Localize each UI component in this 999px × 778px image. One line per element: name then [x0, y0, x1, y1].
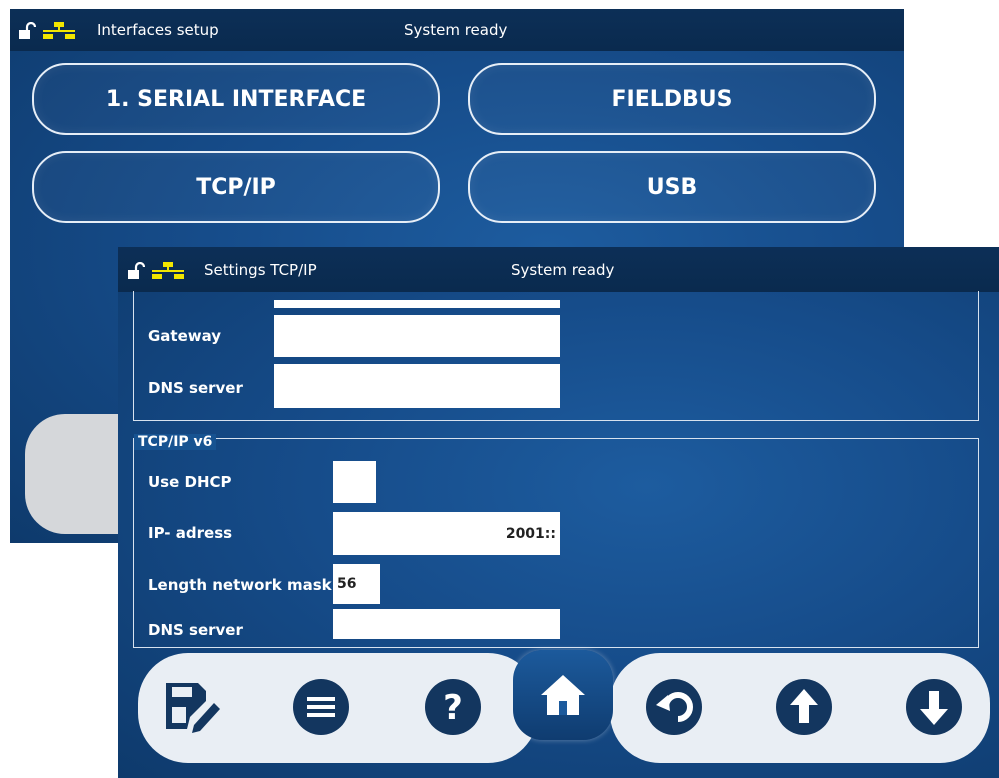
network-mask-label: Length network mask [148, 576, 332, 594]
group-title: TCP/IP v6 [134, 434, 217, 450]
usb-button[interactable]: USB [468, 151, 876, 223]
status-text: System ready [511, 261, 615, 279]
help-icon[interactable]: ? [423, 677, 483, 737]
use-dhcp-checkbox[interactable] [333, 461, 376, 503]
fieldbus-button[interactable]: FIELDBUS [468, 63, 876, 135]
ip-address-label: IP- adress [148, 524, 233, 542]
menu-icon[interactable] [291, 677, 351, 737]
home-icon [541, 675, 585, 715]
gateway-label: Gateway [148, 327, 222, 345]
ip-address-input[interactable]: 2001:: [333, 512, 560, 555]
tcpip-button[interactable]: TCP/IP [32, 151, 440, 223]
window-title: Settings TCP/IP [204, 261, 317, 279]
v6-dns-server-label: DNS server [148, 621, 243, 639]
network-icon [43, 22, 75, 39]
status-text: System ready [404, 21, 508, 39]
scrolled-field[interactable] [274, 300, 560, 308]
undo-icon[interactable] [644, 677, 704, 737]
unlock-icon [128, 262, 145, 279]
title-bar: Settings TCP/IP System ready [118, 247, 999, 292]
dns-server-input[interactable] [274, 364, 560, 408]
serial-interface-button[interactable]: 1. SERIAL INTERFACE [32, 63, 440, 135]
unlock-icon [19, 22, 36, 39]
arrow-down-icon[interactable] [904, 677, 964, 737]
dns-server-label: DNS server [148, 379, 243, 397]
network-mask-input[interactable]: 56 [333, 564, 380, 604]
settings-tcpip-window: Settings TCP/IP System ready Gateway DNS… [118, 247, 999, 778]
network-icon [152, 262, 184, 279]
v6-dns-server-input[interactable] [333, 609, 560, 639]
title-bar: Interfaces setup System ready [10, 9, 904, 51]
home-button[interactable] [513, 650, 613, 740]
save-icon[interactable] [160, 677, 220, 737]
use-dhcp-label: Use DHCP [148, 473, 232, 491]
gateway-input[interactable] [274, 315, 560, 357]
window-title: Interfaces setup [97, 21, 219, 39]
arrow-up-icon[interactable] [774, 677, 834, 737]
svg-text:?: ? [443, 688, 463, 728]
